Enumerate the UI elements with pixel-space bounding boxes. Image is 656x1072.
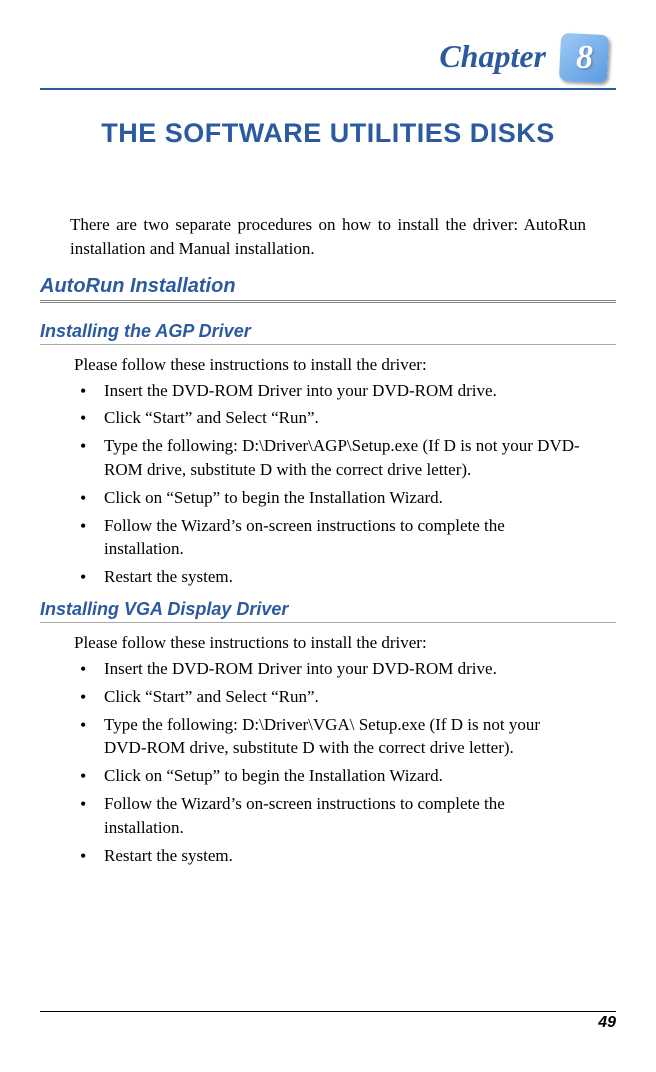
chapter-number-badge: 8: [560, 34, 616, 90]
chapter-number: 8: [576, 39, 593, 77]
sub-heading-vga: Installing VGA Display Driver: [40, 599, 616, 623]
list-item: Click “Start” and Select “Run”.: [74, 406, 586, 430]
badge-shape-icon: 8: [559, 33, 609, 83]
page-title: THE SOFTWARE UTILITIES DISKS: [40, 118, 616, 149]
list-item: Type the following: D:\Driver\VGA\ Setup…: [74, 713, 586, 761]
list-item: Insert the DVD-ROM Driver into your DVD-…: [74, 657, 586, 681]
list-item: Follow the Wizard’s on-screen instructio…: [74, 514, 586, 562]
agp-instructions-intro: Please follow these instructions to inst…: [74, 355, 616, 375]
page-footer: 49: [40, 1011, 616, 1032]
sub-heading-agp: Installing the AGP Driver: [40, 321, 616, 345]
list-item: Restart the system.: [74, 844, 586, 868]
chapter-label: Chapter: [439, 38, 546, 75]
list-item: Click on “Setup” to begin the Installati…: [74, 486, 586, 510]
list-item: Follow the Wizard’s on-screen instructio…: [74, 792, 586, 840]
list-item: Restart the system.: [74, 565, 586, 589]
agp-steps-list: Insert the DVD-ROM Driver into your DVD-…: [74, 379, 586, 589]
vga-instructions-intro: Please follow these instructions to inst…: [74, 633, 616, 653]
list-item: Type the following: D:\Driver\AGP\Setup.…: [74, 434, 586, 482]
list-item: Click “Start” and Select “Run”.: [74, 685, 586, 709]
intro-paragraph: There are two separate procedures on how…: [70, 213, 586, 261]
vga-steps-list: Insert the DVD-ROM Driver into your DVD-…: [74, 657, 586, 867]
page-number: 49: [598, 1014, 616, 1031]
section-heading-autorun: AutoRun Installation: [40, 275, 616, 303]
list-item: Click on “Setup” to begin the Installati…: [74, 764, 586, 788]
list-item: Insert the DVD-ROM Driver into your DVD-…: [74, 379, 586, 403]
chapter-header: Chapter 8: [40, 20, 616, 90]
